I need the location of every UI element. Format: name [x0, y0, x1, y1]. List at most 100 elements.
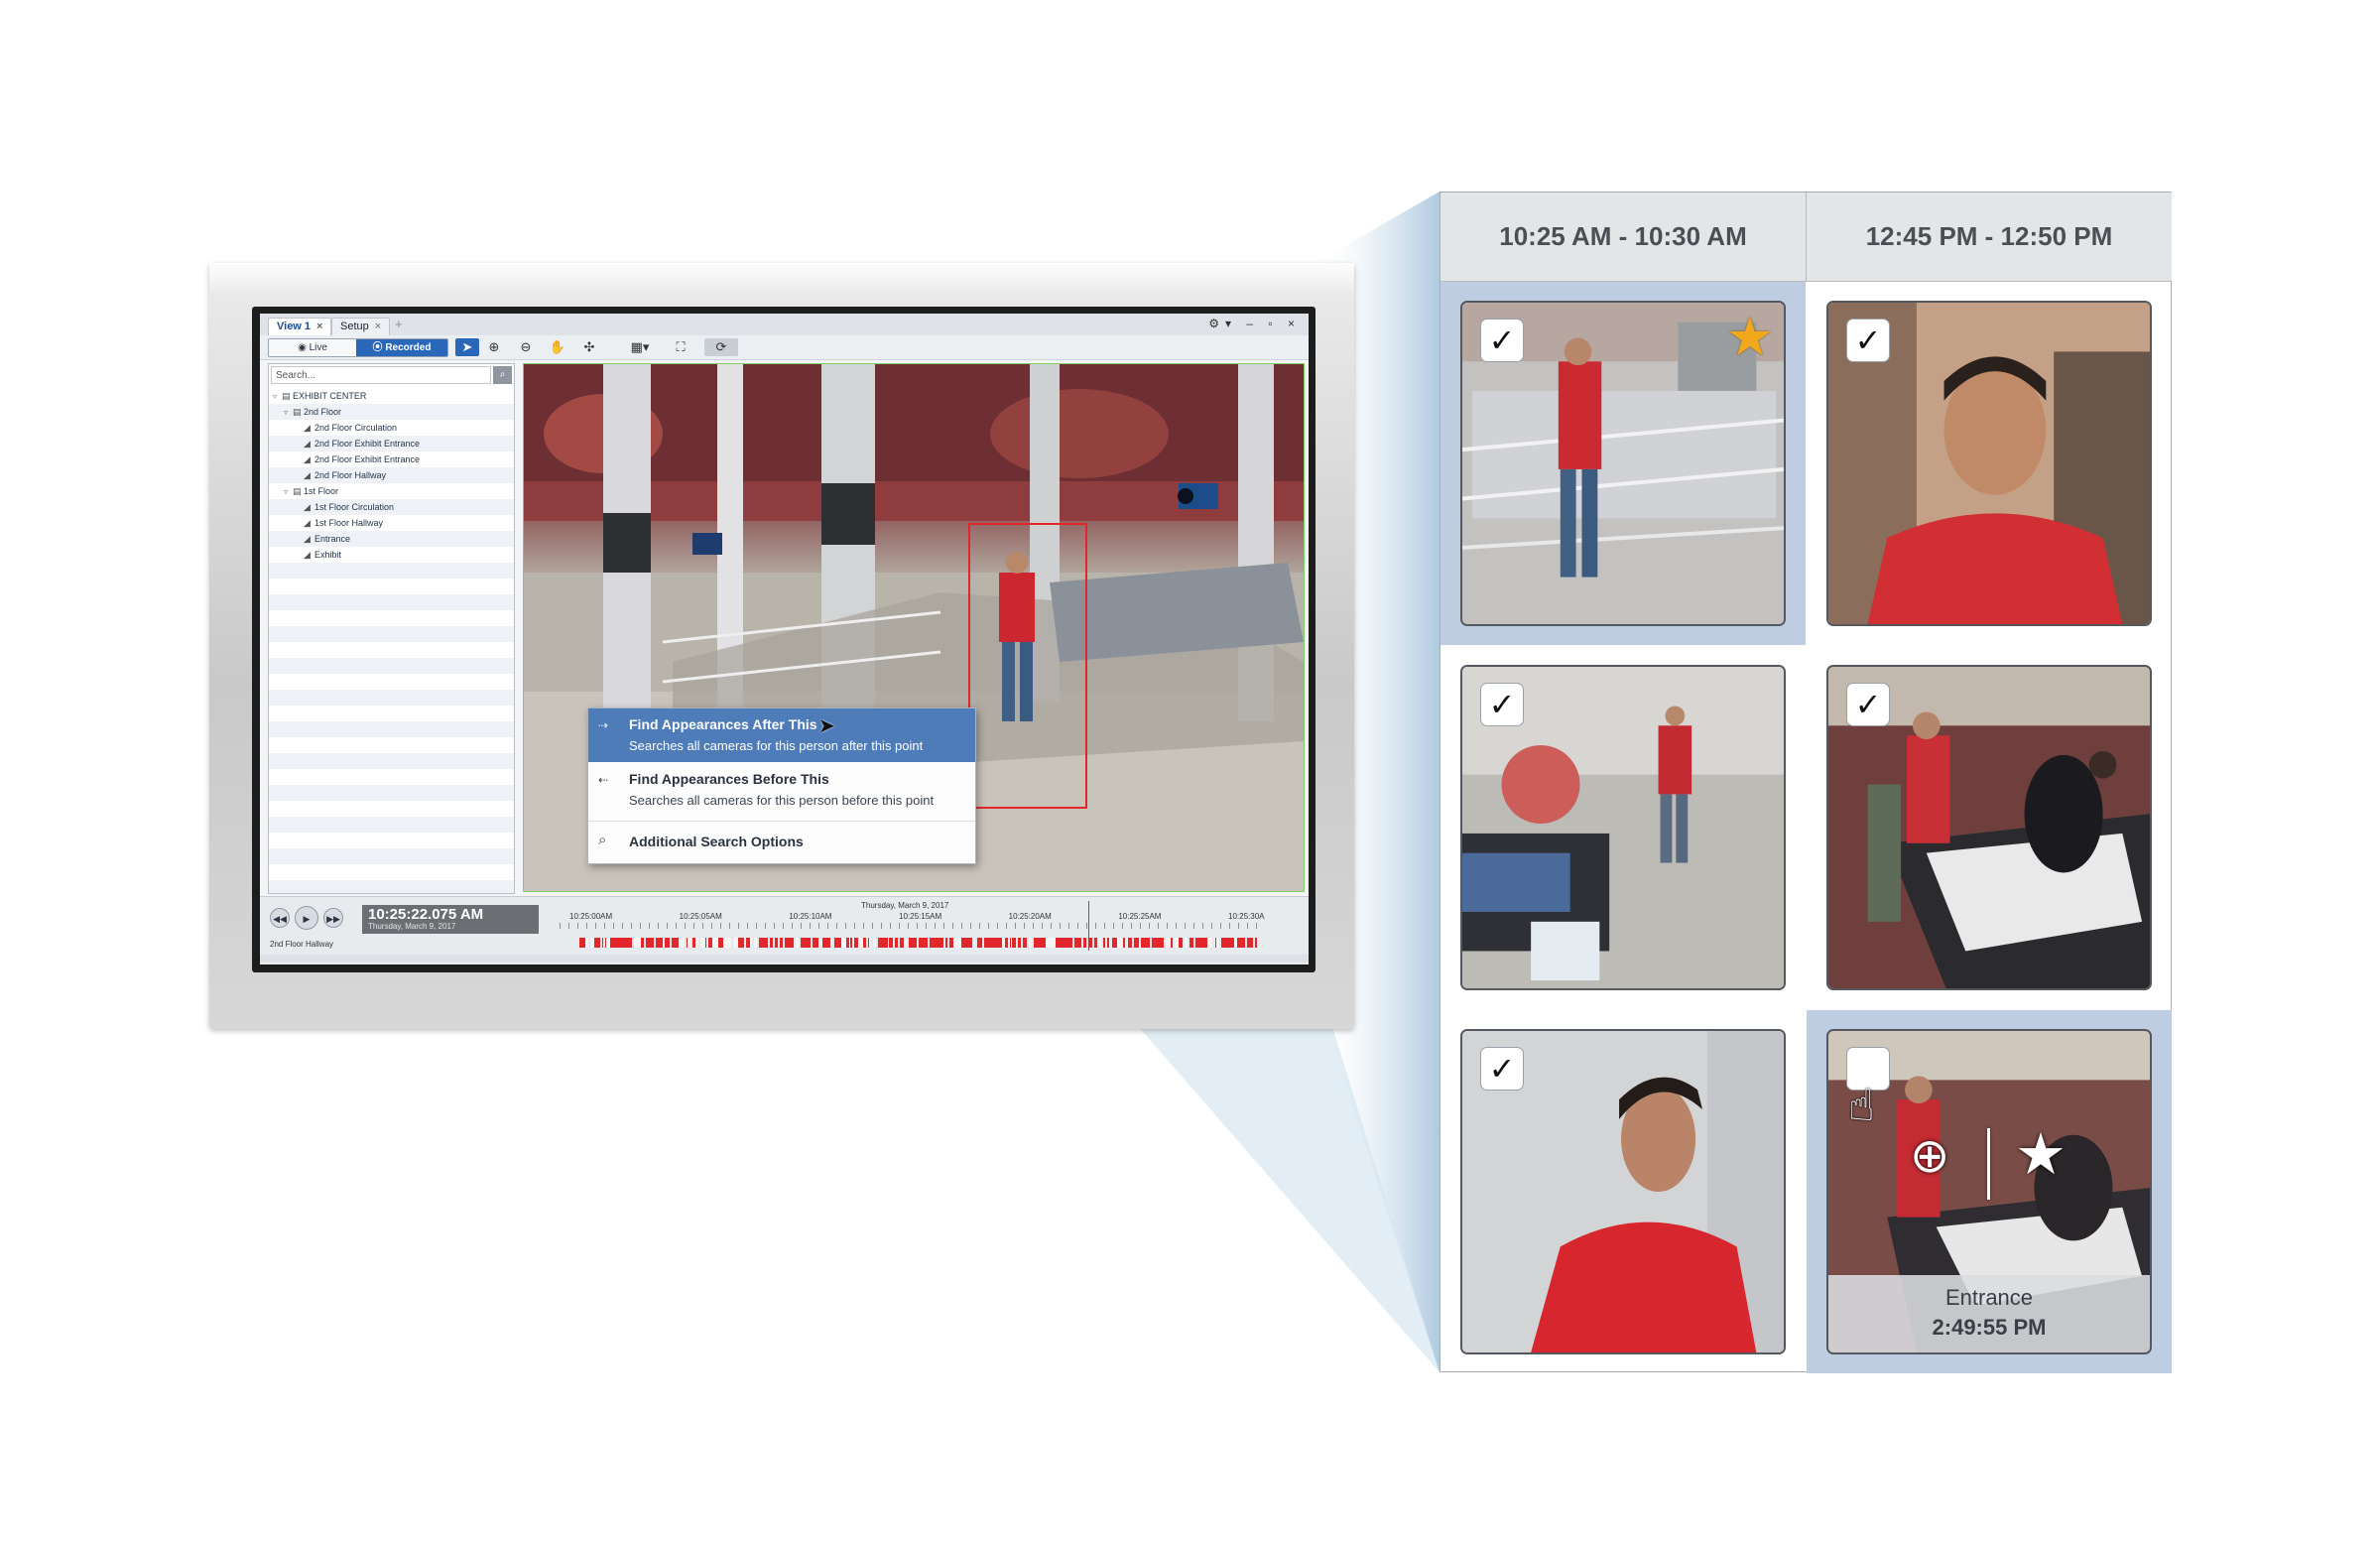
activity-segment [740, 938, 744, 948]
find-appearances-after-item[interactable]: ⇢ Find Appearances After This Searches a… [588, 708, 975, 762]
tree-item-label: 1st Floor [304, 486, 339, 496]
activity-segment [1206, 938, 1207, 948]
play-icon[interactable]: ▶ [295, 906, 318, 930]
result-thumbnail[interactable]: ✓ ★ [1460, 301, 1786, 626]
activity-segment [1221, 938, 1226, 948]
tree-item[interactable]: ▿ ▤ 1st Floor [269, 483, 514, 499]
camera-name: Entrance [1944, 1285, 2034, 1310]
tab-setup[interactable]: Setup × [331, 318, 391, 335]
tab-close-icon[interactable]: × [375, 321, 381, 332]
pointer-icon[interactable]: ➤ [455, 338, 479, 356]
playback-time: 10:25:22.075 AM [368, 906, 484, 923]
activity-segment [780, 938, 783, 948]
activity-segment [681, 938, 685, 948]
activity-segment [1060, 938, 1063, 948]
recorded-button[interactable]: ⦿ Recorded [356, 339, 447, 356]
favorite-star-icon[interactable]: ★ [1726, 311, 1774, 364]
step-forward-icon[interactable]: ▶▶ [323, 908, 343, 928]
tree-item[interactable]: ◢ Exhibit [269, 547, 514, 563]
activity-segment [1039, 938, 1042, 948]
activity-segment [712, 938, 717, 948]
tree-item[interactable]: ▿ ▤ EXHIBIT CENTER [269, 388, 514, 404]
result-thumbnail-hovered[interactable]: ⊕ ★ ☝ Entrance 2:49:55 PM [1826, 1029, 2152, 1354]
additional-search-options-item[interactable]: ⌕ Additional Search Options [588, 823, 975, 862]
activity-segment [1247, 938, 1249, 948]
menu-item-subtitle: Searches all cameras for this person bef… [629, 793, 935, 808]
window-controls[interactable]: ⚙▾ – ▫ × [1208, 317, 1301, 330]
search-input[interactable]: Search... [271, 366, 491, 384]
playback-bar: ◀◀ ▶ ▶▶ 10:25:22.075 AM Thursday, March … [260, 896, 1309, 964]
result-thumbnail[interactable]: ✓ [1826, 665, 2152, 990]
activity-segment [1076, 938, 1081, 948]
activity-segment [956, 938, 958, 948]
zoom-in-icon[interactable]: ⊕ [482, 338, 506, 356]
timeline-tick-label: 10:25:25AM [1118, 912, 1162, 921]
tree-item[interactable]: ◢ 2nd Floor Circulation [269, 420, 514, 436]
activity-segment [1013, 938, 1016, 948]
activity-segment [750, 938, 752, 948]
fullscreen-icon[interactable]: ⛶ [669, 338, 692, 356]
activity-segment [943, 938, 945, 948]
select-checkbox[interactable]: ✓ [1846, 683, 1890, 726]
timeline-tick-label: 10:25:30A [1228, 912, 1265, 921]
activity-segment [1214, 938, 1215, 948]
tree-item[interactable]: ◢ 2nd Floor Exhibit Entrance [269, 451, 514, 467]
expand-caret-icon[interactable]: ▿ [284, 484, 293, 500]
activity-segment [610, 938, 615, 948]
activity-segment [919, 938, 923, 948]
layout-icon[interactable]: ▦▾ [623, 338, 657, 356]
result-thumbnail[interactable]: ✓ [1460, 1029, 1786, 1354]
activity-segment [623, 938, 628, 948]
select-checkbox[interactable]: ✓ [1480, 1047, 1524, 1091]
person-tracking-box[interactable] [968, 523, 1087, 809]
tree-item[interactable]: ◢ Entrance [269, 531, 514, 547]
favorite-star-outline-icon[interactable]: ★ [2015, 1126, 2067, 1184]
activity-segment [841, 938, 846, 948]
activity-segment [889, 938, 893, 948]
search-icon[interactable]: ⌕ [493, 366, 512, 384]
result-thumbnail[interactable]: ✓ [1460, 665, 1786, 990]
activity-segment [692, 938, 695, 948]
activity-segment [868, 938, 869, 948]
zoom-out-icon[interactable]: ⊖ [514, 338, 538, 356]
select-checkbox[interactable]: ✓ [1480, 683, 1524, 726]
step-back-icon[interactable]: ◀◀ [270, 908, 290, 928]
sync-icon[interactable]: ⟳ [704, 338, 738, 356]
tree-item[interactable]: ◢ 2nd Floor Exhibit Entrance [269, 436, 514, 451]
ptz-icon[interactable]: ✣ [577, 338, 601, 356]
timeline-scrollbar[interactable] [260, 955, 1309, 963]
find-appearances-before-item[interactable]: ⇠ Find Appearances Before This Searches … [588, 763, 975, 817]
pan-hand-icon[interactable]: ✋ [546, 338, 569, 356]
activity-segment [665, 938, 670, 948]
add-tab-icon[interactable]: + [395, 317, 403, 331]
select-checkbox[interactable]: ✓ [1846, 319, 1890, 362]
timeline[interactable]: Thursday, March 9, 2017 10:25:00AM 10:25:… [560, 901, 1264, 951]
tree-item[interactable]: ◢ 2nd Floor Hallway [269, 467, 514, 483]
expand-caret-icon[interactable]: ▿ [284, 405, 293, 421]
tab-close-icon[interactable]: × [316, 321, 322, 332]
result-thumbnail[interactable]: ✓ [1826, 301, 2152, 626]
timeline-date: Thursday, March 9, 2017 [861, 901, 949, 910]
activity-segment [830, 938, 832, 948]
activity-segment [705, 938, 706, 948]
zoom-in-icon[interactable]: ⊕ [1910, 1128, 1949, 1184]
activity-segment [594, 938, 596, 948]
activity-segment [1005, 938, 1008, 948]
live-button[interactable]: ◉ Live [269, 339, 356, 356]
activity-segment [909, 938, 914, 948]
timeline-playhead[interactable] [1088, 901, 1089, 951]
activity-segment [961, 938, 965, 948]
camera-tree: ▿ ▤ EXHIBIT CENTER ▿ ▤ 2nd Floor ◢ 2nd Floor Ci… [269, 388, 514, 893]
tree-item-label: 2nd Floor Exhibit Entrance [314, 454, 421, 464]
activity-segment [1083, 938, 1086, 948]
tree-item-label: 2nd Floor Circulation [314, 423, 398, 433]
context-menu: ⇢ Find Appearances After This Searches a… [587, 707, 976, 864]
tree-item[interactable]: ▿ ▤ 2nd Floor [269, 404, 514, 420]
expand-caret-icon[interactable]: ▿ [273, 389, 282, 405]
playback-time-display[interactable]: 10:25:22.075 AM Thursday, March 9, 2017 [362, 905, 539, 934]
tree-item[interactable]: ◢ 1st Floor Circulation [269, 499, 514, 515]
select-checkbox[interactable]: ✓ [1480, 319, 1524, 362]
activity-segment [733, 938, 734, 948]
tree-item[interactable]: ◢ 1st Floor Hallway [269, 515, 514, 531]
tab-view-1[interactable]: View 1 × [268, 318, 332, 335]
